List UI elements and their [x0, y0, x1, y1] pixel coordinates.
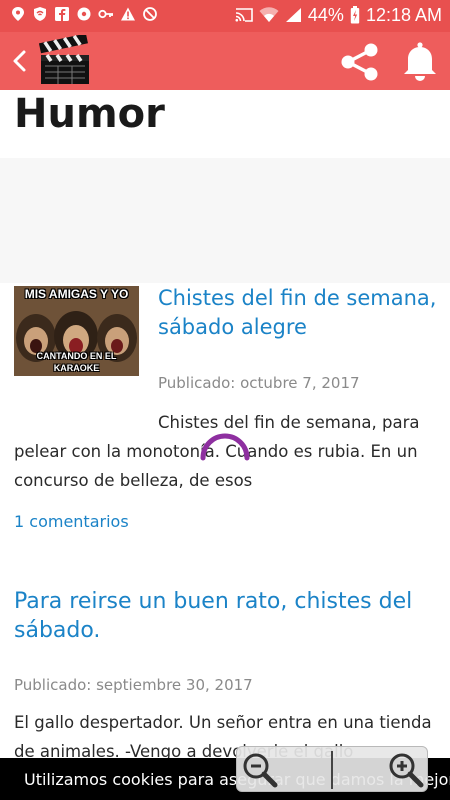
app-bar [0, 32, 450, 90]
wifi-icon [259, 7, 279, 22]
zoom-in-icon[interactable] [387, 751, 425, 789]
ad-placeholder [0, 158, 450, 283]
notification-icons [10, 6, 158, 22]
settings-icon [77, 7, 91, 21]
post-thumbnail[interactable]: MIS AMIGAS Y YO CANTANDO EN EL KARAOKE [14, 286, 139, 376]
signal-icon [285, 8, 301, 22]
share-icon[interactable] [338, 42, 382, 82]
zoom-out-icon[interactable] [241, 751, 279, 789]
page-title: Humor [14, 91, 165, 137]
post-title-link[interactable]: Para reirse un buen rato, chistes del sá… [14, 587, 442, 645]
zoom-control [236, 746, 428, 792]
key-icon [98, 9, 113, 19]
location-icon [12, 7, 24, 21]
post-date: Publicado: octubre 7, 2017 [158, 374, 360, 392]
vpn-icon [34, 7, 46, 21]
battery-percentage: 44% [307, 5, 344, 25]
loading-spinner-icon [200, 433, 250, 461]
system-indicators: 44% 12:18 AM [235, 4, 442, 26]
zoom-divider [331, 751, 333, 789]
post-date: Publicado: septiembre 30, 2017 [14, 676, 253, 694]
status-bar: 44% 12:18 AM [0, 0, 450, 32]
cast-icon [235, 8, 253, 22]
bell-icon[interactable] [400, 40, 440, 82]
post-title-link[interactable]: Chistes del fin de semana, sábado alegre [158, 284, 443, 342]
warning-icon [121, 7, 135, 21]
clapperboard-logo [38, 35, 89, 84]
clock: 12:18 AM [365, 5, 442, 25]
facebook-icon [55, 7, 69, 21]
thumbnail-caption-bottom: CANTANDO EN EL KARAOKE [36, 351, 117, 373]
comments-link[interactable]: 1 comentarios [14, 512, 129, 531]
thumbnail-caption-top: MIS AMIGAS Y YO [24, 287, 129, 301]
back-icon[interactable] [6, 46, 32, 76]
battery-icon [350, 6, 360, 24]
block-icon [143, 7, 157, 21]
